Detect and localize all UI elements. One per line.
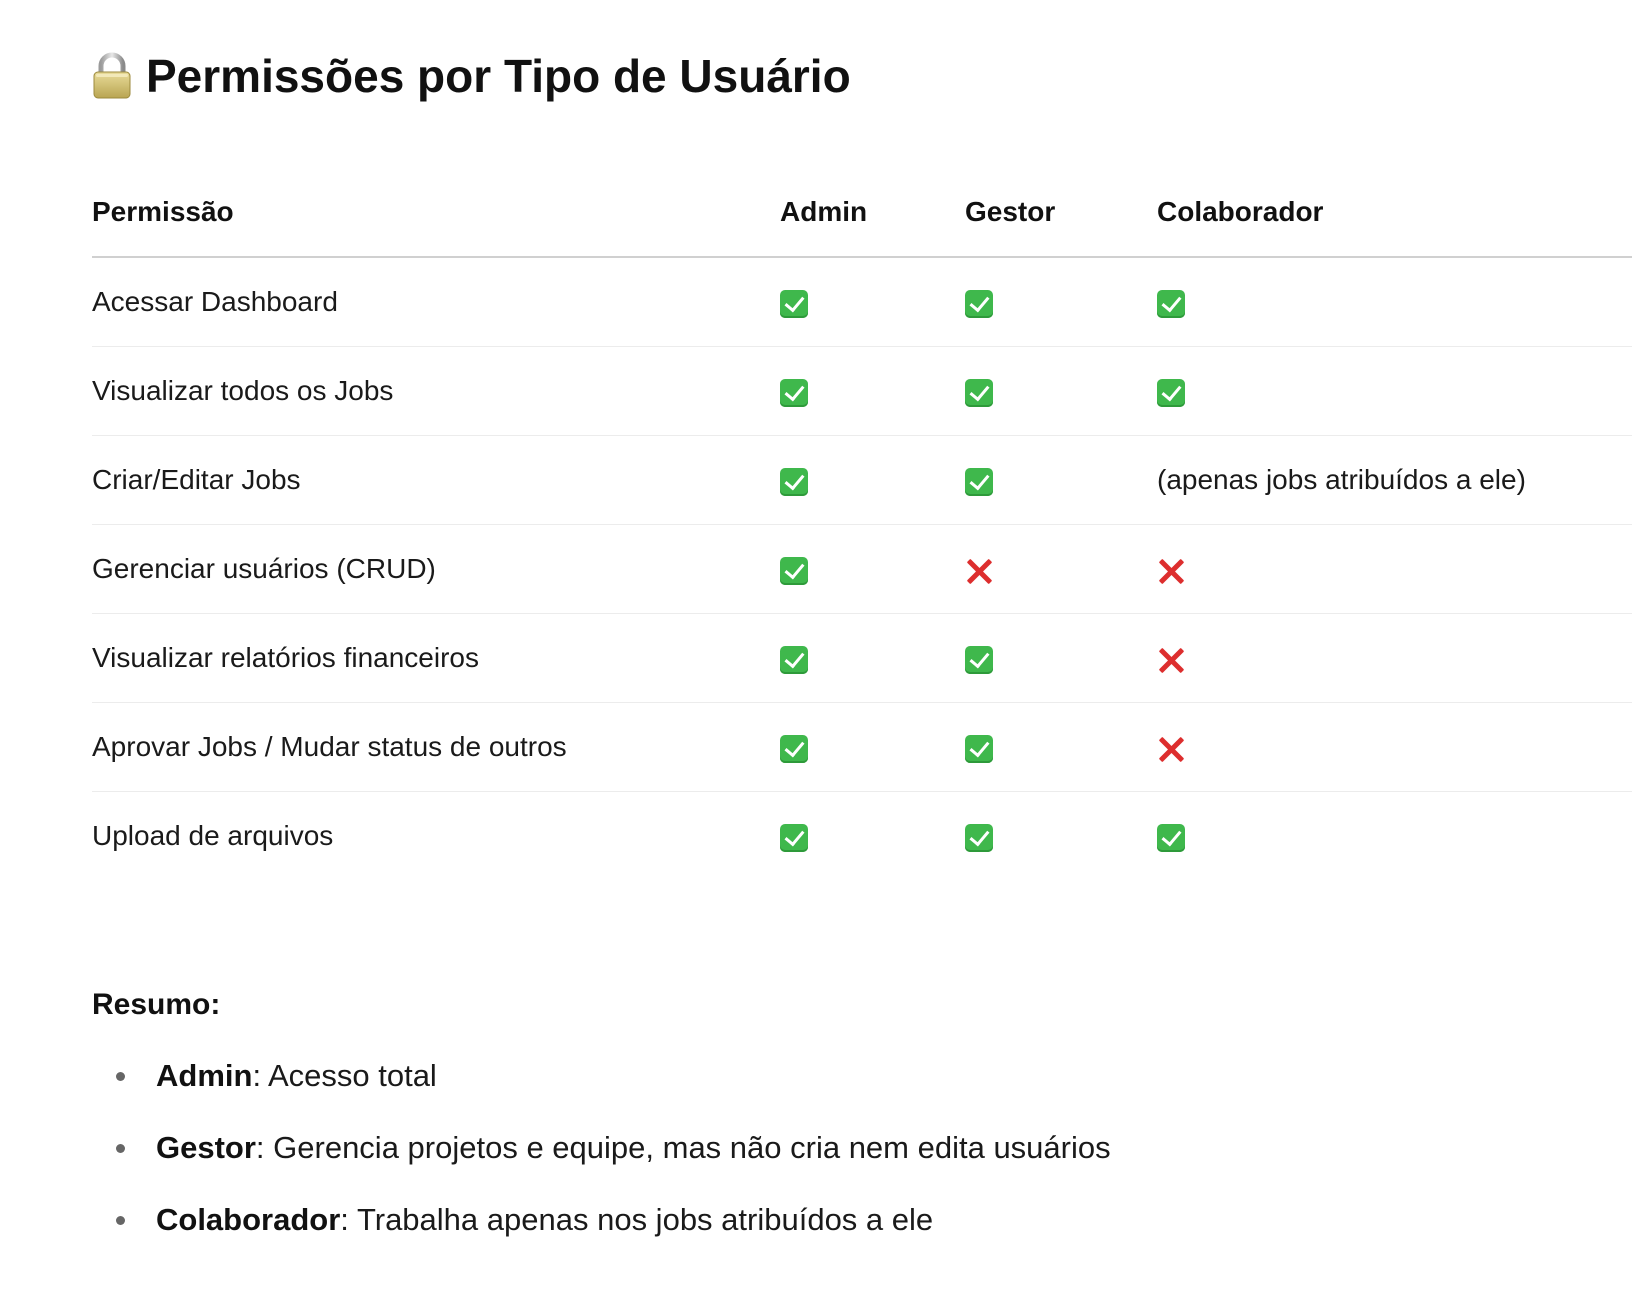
summary-item: Gestor: Gerencia projetos e equipe, mas …: [92, 1112, 1111, 1184]
table-row: Visualizar relatórios financeiros: [92, 613, 1632, 703]
cell-colaborador: [1157, 613, 1632, 703]
cell-admin: [780, 702, 965, 792]
header-permission: Permissão: [92, 168, 780, 258]
table-row: Criar/Editar Jobs (apenas jobs atribuídos…: [92, 435, 1632, 525]
check-mark-button-icon: [1157, 823, 1185, 852]
check-mark-button-icon: [780, 556, 808, 585]
summary-title: Resumo:: [92, 988, 221, 1021]
summary-text: : Gerencia projetos e equipe, mas não cr…: [255, 1130, 1111, 1165]
permission-name: Acessar Dashboard: [92, 257, 780, 347]
summary-role: Admin: [156, 1058, 253, 1093]
permission-name: Aprovar Jobs / Mudar status de outros: [92, 702, 780, 792]
lock-icon: [93, 52, 131, 99]
header-colaborador: Colaborador: [1157, 168, 1632, 258]
cell-gestor: [965, 257, 1157, 347]
cell-gestor: [965, 524, 1157, 614]
cell-gestor: [965, 435, 1157, 525]
cell-admin: [780, 257, 965, 347]
summary-list: Admin: Acesso total Gestor: Gerencia proj…: [92, 1040, 1111, 1256]
check-mark-button-icon: [965, 734, 993, 763]
cell-colaborador: [1157, 792, 1632, 881]
check-mark-button-icon: [780, 467, 808, 496]
cell-admin: [780, 792, 965, 881]
cell-colaborador: (apenas jobs atribuídos a ele): [1157, 435, 1632, 525]
cell-colaborador: [1157, 257, 1632, 347]
summary-item: Admin: Acesso total: [92, 1040, 1111, 1112]
cell-gestor: [965, 792, 1157, 881]
cross-mark-icon: [965, 557, 993, 585]
table-row: Visualizar todos os Jobs: [92, 346, 1632, 436]
check-mark-button-icon: [965, 823, 993, 852]
summary-role: Colaborador: [156, 1202, 341, 1237]
cell-admin: [780, 613, 965, 703]
header-admin: Admin: [780, 168, 965, 258]
summary-text: : Trabalha apenas nos jobs atribuídos a …: [340, 1202, 934, 1237]
summary-role: Gestor: [156, 1130, 256, 1165]
bullet-icon: [116, 1072, 125, 1081]
cell-gestor: [965, 346, 1157, 436]
summary-item: Colaborador: Trabalha apenas nos jobs at…: [92, 1184, 1111, 1256]
cell-admin: [780, 346, 965, 436]
permissions-table: Permissão Admin Gestor Colaborador Acess…: [92, 168, 1632, 880]
check-mark-button-icon: [780, 734, 808, 763]
check-mark-button-icon: [965, 467, 993, 496]
check-mark-button-icon: [780, 823, 808, 852]
cross-mark-icon: [1157, 646, 1185, 674]
cross-mark-icon: [1157, 557, 1185, 585]
permission-name: Visualizar relatórios financeiros: [92, 613, 780, 703]
cell-colaborador: [1157, 524, 1632, 614]
table-row: Gerenciar usuários (CRUD): [92, 524, 1632, 614]
page-title: Permissões por Tipo de Usuário: [92, 44, 851, 108]
check-mark-button-icon: [965, 378, 993, 407]
check-mark-button-icon: [965, 645, 993, 674]
cell-admin: [780, 435, 965, 525]
cell-gestor: [965, 613, 1157, 703]
cross-mark-icon: [1157, 735, 1185, 763]
cell-gestor: [965, 702, 1157, 792]
check-mark-button-icon: [965, 289, 993, 318]
permission-name: Criar/Editar Jobs: [92, 435, 780, 525]
table-row: Acessar Dashboard: [92, 257, 1632, 347]
check-mark-button-icon: [780, 378, 808, 407]
table-body: Acessar Dashboard Visualizar todos os Job…: [92, 257, 1632, 880]
check-mark-button-icon: [1157, 289, 1185, 318]
check-mark-button-icon: [780, 645, 808, 674]
cell-note: (apenas jobs atribuídos a ele): [1157, 464, 1526, 495]
permission-name: Visualizar todos os Jobs: [92, 346, 780, 436]
bullet-icon: [116, 1144, 125, 1153]
table-row: Upload de arquivos: [92, 792, 1632, 881]
cell-admin: [780, 524, 965, 614]
cell-colaborador: [1157, 346, 1632, 436]
permission-name: Gerenciar usuários (CRUD): [92, 524, 780, 614]
header-gestor: Gestor: [965, 168, 1157, 258]
summary-text: : Acesso total: [252, 1058, 437, 1093]
bullet-icon: [116, 1216, 125, 1225]
check-mark-button-icon: [780, 289, 808, 318]
cell-colaborador: [1157, 702, 1632, 792]
page-title-text: Permissões por Tipo de Usuário: [146, 50, 851, 102]
check-mark-button-icon: [1157, 378, 1185, 407]
table-header-row: Permissão Admin Gestor Colaborador: [92, 168, 1632, 258]
table-row: Aprovar Jobs / Mudar status de outros: [92, 702, 1632, 792]
permission-name: Upload de arquivos: [92, 820, 334, 851]
